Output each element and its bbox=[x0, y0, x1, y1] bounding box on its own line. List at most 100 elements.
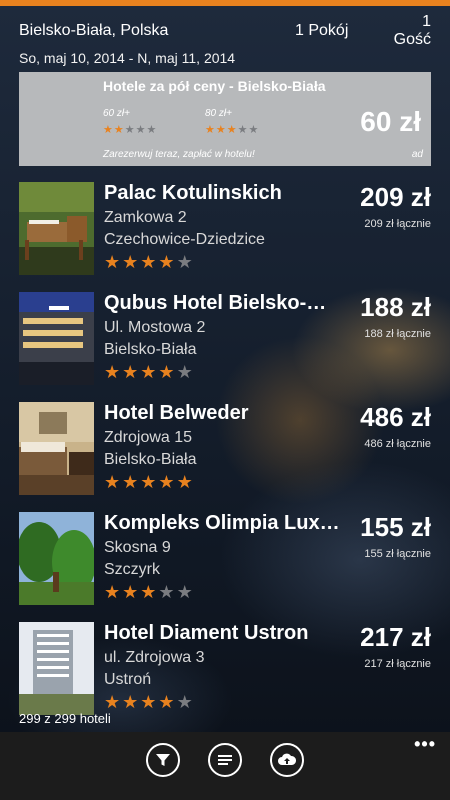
hotel-price: 217 zł bbox=[360, 622, 431, 652]
rooms-selector[interactable]: 1 Pokój bbox=[295, 22, 383, 40]
hotel-city: Ustroń bbox=[104, 671, 152, 688]
sort-list-icon bbox=[218, 755, 232, 765]
date-range[interactable]: So, maj 10, 2014 - N, maj 11, 2014 bbox=[19, 50, 431, 66]
hotel-price: 155 zł bbox=[360, 512, 431, 542]
hotel-rating: ★★★★★ bbox=[104, 582, 195, 603]
star-filled-icon: ★ bbox=[140, 472, 159, 492]
hotel-street: Zdrojowa 15 bbox=[104, 429, 193, 446]
ad-option-label: 60 zł+ bbox=[103, 108, 130, 119]
sort-button[interactable] bbox=[208, 743, 242, 777]
star-empty-icon: ★ bbox=[176, 362, 195, 382]
hotel-item[interactable]: Hotel Belweder Zdrojowa 15 Bielsko-Biała… bbox=[19, 400, 450, 510]
star-filled-icon: ★ bbox=[158, 472, 177, 492]
hotel-name: Hotel Diament Ustron bbox=[104, 622, 309, 644]
star-filled-icon: ★ bbox=[104, 362, 123, 382]
cloud-upload-icon bbox=[278, 753, 297, 765]
star-filled-icon: ★ bbox=[140, 692, 159, 712]
hotel-street: ul. Zdrojowa 3 bbox=[104, 649, 205, 666]
star-filled-icon: ★ bbox=[122, 362, 141, 382]
hotel-price: 188 zł bbox=[360, 292, 431, 322]
star-filled-icon: ★ bbox=[103, 124, 114, 136]
star-filled-icon: ★ bbox=[140, 582, 159, 602]
hotel-list: Palac Kotulinskich Zamkowa 2 Czechowice-… bbox=[19, 180, 450, 730]
ad-footer: Zarezerwuj teraz, zapłać w hotelu! bbox=[103, 149, 255, 160]
ad-option: 80 zł+ ★★★★★ bbox=[205, 108, 259, 136]
app-bar: ••• bbox=[0, 732, 450, 800]
ad-tag: ad bbox=[411, 149, 423, 160]
ad-option-stars: ★★★★★ bbox=[103, 123, 157, 136]
hotel-name: Palac Kotulinskich bbox=[104, 182, 282, 204]
star-filled-icon: ★ bbox=[158, 252, 177, 272]
hotel-photo bbox=[19, 182, 94, 275]
star-empty-icon: ★ bbox=[237, 124, 249, 136]
hotel-photo bbox=[19, 512, 94, 605]
ad-title: Hotele za pół ceny - Bielsko-Biała bbox=[103, 78, 326, 94]
hotel-city: Czechowice-Dziedzice bbox=[104, 231, 265, 248]
star-filled-icon: ★ bbox=[140, 362, 159, 382]
star-filled-icon: ★ bbox=[158, 692, 177, 712]
star-empty-icon: ★ bbox=[176, 582, 195, 602]
hotel-price: 486 zł bbox=[360, 402, 431, 432]
hotel-street: Zamkowa 2 bbox=[104, 209, 187, 226]
hotel-rating: ★★★★★ bbox=[104, 252, 195, 273]
star-filled-icon: ★ bbox=[176, 472, 195, 492]
hotel-item[interactable]: Palac Kotulinskich Zamkowa 2 Czechowice-… bbox=[19, 180, 450, 290]
star-filled-icon: ★ bbox=[122, 252, 141, 272]
hotel-rating: ★★★★★ bbox=[104, 692, 195, 713]
star-filled-icon: ★ bbox=[104, 582, 123, 602]
accent-bar bbox=[0, 0, 450, 6]
star-empty-icon: ★ bbox=[135, 124, 147, 136]
star-empty-icon: ★ bbox=[176, 692, 195, 712]
hotel-photo bbox=[19, 622, 94, 715]
star-empty-icon: ★ bbox=[176, 252, 195, 272]
star-empty-icon: ★ bbox=[158, 582, 177, 602]
star-filled-icon: ★ bbox=[104, 472, 123, 492]
hotel-city: Bielsko-Biała bbox=[104, 341, 197, 358]
hotel-total-price: 188 zł łącznie bbox=[364, 328, 431, 340]
hotel-name: Qubus Hotel Bielsko-… bbox=[104, 292, 327, 314]
hotel-rating: ★★★★★ bbox=[104, 362, 195, 383]
filter-button[interactable] bbox=[146, 743, 180, 777]
hotel-city: Bielsko-Biała bbox=[104, 451, 197, 468]
cloud-button[interactable] bbox=[270, 743, 304, 777]
ad-banner[interactable]: Hotele za pół ceny - Bielsko-Biała 60 zł… bbox=[19, 72, 431, 166]
star-empty-icon: ★ bbox=[248, 124, 260, 136]
ad-option-stars: ★★★★★ bbox=[205, 123, 259, 136]
star-filled-icon: ★ bbox=[104, 252, 123, 272]
ad-price: 60 zł bbox=[360, 106, 421, 137]
star-filled-icon: ★ bbox=[158, 362, 177, 382]
star-empty-icon: ★ bbox=[146, 124, 158, 136]
star-filled-icon: ★ bbox=[122, 582, 141, 602]
ad-option-label: 80 zł+ bbox=[205, 108, 232, 119]
guests-selector[interactable]: 1 Gość bbox=[383, 13, 431, 49]
star-filled-icon: ★ bbox=[226, 124, 238, 136]
star-filled-icon: ★ bbox=[140, 252, 159, 272]
star-filled-icon: ★ bbox=[113, 124, 125, 136]
hotel-price: 209 zł bbox=[360, 182, 431, 212]
results-count: 299 z 299 hoteli bbox=[19, 711, 111, 726]
hotel-photo bbox=[19, 292, 94, 385]
star-empty-icon: ★ bbox=[124, 124, 136, 136]
hotel-total-price: 155 zł łącznie bbox=[364, 548, 431, 560]
hotel-total-price: 209 zł łącznie bbox=[364, 218, 431, 230]
hotel-rating: ★★★★★ bbox=[104, 472, 195, 493]
hotel-photo bbox=[19, 402, 94, 495]
star-filled-icon: ★ bbox=[122, 692, 141, 712]
search-header: Bielsko-Biała, Polska 1 Pokój 1 Gość So,… bbox=[19, 13, 431, 66]
hotel-street: Ul. Mostowa 2 bbox=[104, 319, 206, 336]
hotel-item[interactable]: Kompleks Olimpia Lux… Skosna 9 Szczyrk ★… bbox=[19, 510, 450, 620]
ad-option: 60 zł+ ★★★★★ bbox=[103, 108, 157, 136]
star-filled-icon: ★ bbox=[215, 124, 227, 136]
hotel-name: Hotel Belweder bbox=[104, 402, 249, 424]
star-filled-icon: ★ bbox=[122, 472, 141, 492]
location-label[interactable]: Bielsko-Biała, Polska bbox=[19, 22, 295, 40]
more-options-icon[interactable]: ••• bbox=[414, 734, 436, 755]
hotel-total-price: 217 zł łącznie bbox=[364, 658, 431, 670]
hotel-street: Skosna 9 bbox=[104, 539, 171, 556]
filter-icon bbox=[156, 754, 170, 766]
star-filled-icon: ★ bbox=[205, 124, 216, 136]
hotel-city: Szczyrk bbox=[104, 561, 160, 578]
star-filled-icon: ★ bbox=[104, 692, 123, 712]
hotel-item[interactable]: Qubus Hotel Bielsko-… Ul. Mostowa 2 Biel… bbox=[19, 290, 450, 400]
hotel-total-price: 486 zł łącznie bbox=[364, 438, 431, 450]
